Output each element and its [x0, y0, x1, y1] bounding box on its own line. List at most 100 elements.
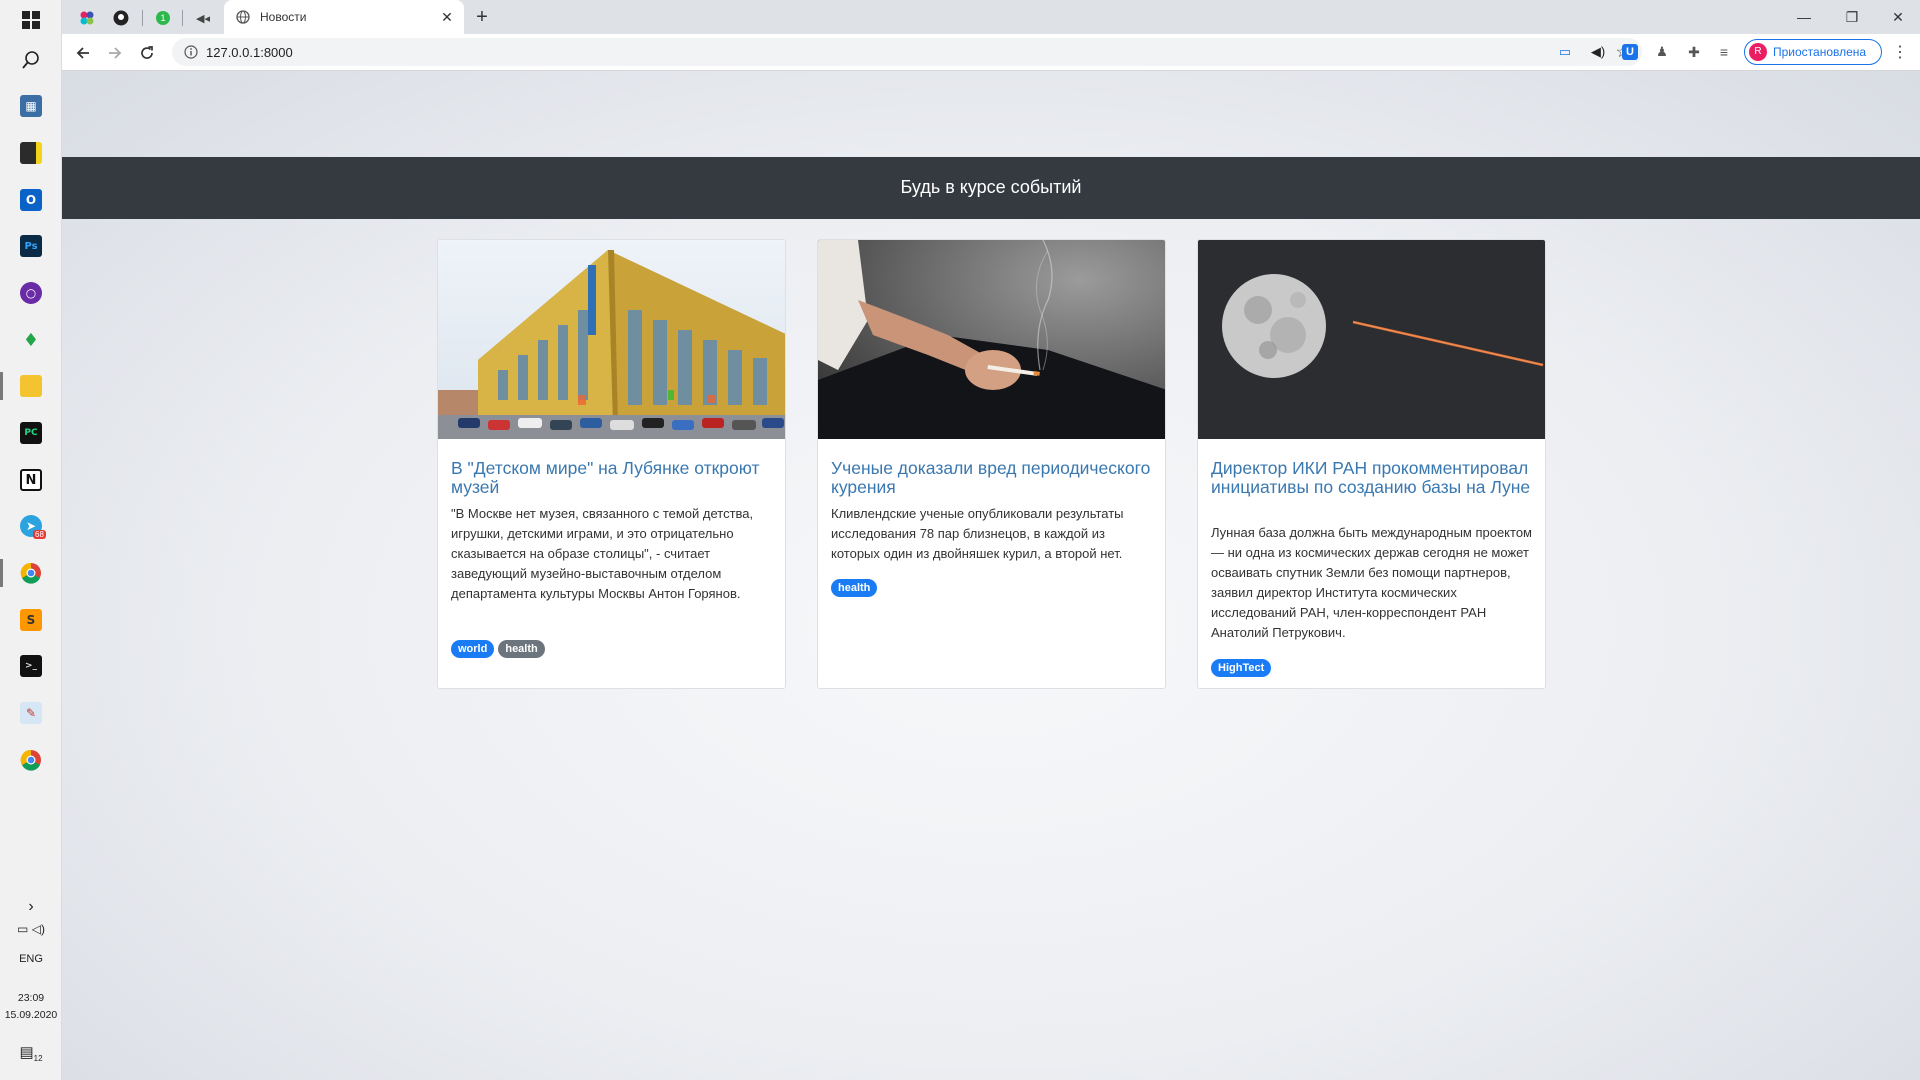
card-image-moon[interactable] — [1198, 240, 1545, 439]
github-icon — [113, 10, 129, 26]
card-title-link[interactable]: В "Детском мире" на Лубянке откроют музе… — [451, 459, 776, 497]
pinned-tab-audio[interactable]: ◀◂ — [190, 6, 216, 30]
leaf-icon: ♦ — [22, 329, 40, 351]
new-tab-button[interactable]: + — [470, 6, 494, 30]
info-icon[interactable] — [184, 45, 198, 59]
header-banner: Будь в курсе событий — [62, 157, 1920, 219]
file-explorer-app[interactable] — [0, 366, 51, 406]
telegram-app[interactable]: ➤ 68 — [11, 506, 51, 546]
profile-avatar: R — [1749, 43, 1767, 61]
telegram-badge: 68 — [33, 530, 46, 539]
news-card: Ученые доказали вред периодического куре… — [817, 239, 1166, 689]
ublock-extension-icon[interactable]: U — [1620, 42, 1640, 62]
chrome-menu-icon[interactable]: ⋮ — [1890, 42, 1910, 62]
tray-status-icons[interactable]: ▭ ◁) — [0, 922, 62, 936]
pinned-tab-green[interactable]: 1 — [150, 6, 176, 30]
windows-logo-icon — [22, 11, 40, 29]
pinned-tab-github[interactable] — [108, 6, 134, 30]
taskbar: ▦ O Ps ○ ♦ PC N ➤ 68 S >_ ✎ › ▭ ◁) ENG 2… — [0, 0, 62, 1080]
card-image-smoking[interactable] — [818, 240, 1165, 439]
card-text: Лунная база должна быть международным пр… — [1211, 525, 1532, 640]
purple-app[interactable]: ○ — [11, 273, 51, 313]
outlook-app[interactable]: O — [11, 180, 51, 220]
notification-count: 12 — [33, 1054, 43, 1063]
clock-date[interactable]: 15.09.2020 — [0, 1009, 62, 1021]
clock-time[interactable]: 23:09 — [0, 992, 62, 1004]
news-card: Директор ИКИ РАН прокомментировал инициа… — [1197, 239, 1546, 689]
reading-extension-icon[interactable]: ▭ — [1555, 42, 1575, 62]
search-icon — [22, 51, 39, 69]
reload-icon — [141, 46, 153, 59]
forward-button[interactable] — [102, 40, 128, 66]
mongodb-app[interactable]: ♦ — [11, 320, 51, 360]
profile-button[interactable]: R Приостановлена — [1744, 39, 1882, 65]
notion-app[interactable]: N — [11, 460, 51, 500]
folder-icon — [20, 375, 42, 397]
audio-extension-icon[interactable]: ◀) — [1588, 42, 1608, 62]
sticky-notes-app[interactable] — [11, 133, 51, 173]
close-window-button[interactable]: ✕ — [1876, 4, 1920, 30]
photoshop-icon: Ps — [20, 235, 42, 257]
search-button[interactable] — [11, 40, 51, 80]
card-text: "В Москве нет музея, связанного с темой … — [451, 506, 754, 601]
tab-separator — [142, 10, 143, 26]
card-title-link[interactable]: Директор ИКИ РАН прокомментировал инициа… — [1211, 459, 1536, 497]
card-title-link[interactable]: Ученые доказали вред периодического куре… — [831, 459, 1156, 497]
calculator-app[interactable]: ▦ — [11, 86, 51, 126]
paint-app[interactable]: ✎ — [11, 693, 51, 733]
card-tags: HighTect — [1211, 659, 1272, 677]
chrome-icon — [20, 562, 41, 584]
windows-start-button[interactable] — [11, 0, 51, 40]
chrome-app[interactable] — [0, 553, 51, 593]
tab-close-icon[interactable]: ✕ — [438, 8, 456, 26]
tab-title: Новости — [260, 10, 307, 24]
news-card: В "Детском мире" на Лубянке откроют музе… — [437, 239, 786, 689]
language-indicator[interactable]: ENG — [0, 953, 62, 965]
tag-badge-health[interactable]: health — [498, 640, 545, 658]
chrome-icon — [20, 749, 41, 771]
terminal-icon: >_ — [20, 655, 42, 677]
card-tags: world health — [451, 640, 545, 658]
colorful-app-icon — [80, 11, 94, 25]
photoshop-app[interactable]: Ps — [11, 226, 51, 266]
action-center-button[interactable]: ▤12 — [0, 1043, 62, 1063]
calculator-icon: ▦ — [20, 95, 42, 117]
sublime-icon: S — [20, 609, 42, 631]
incognito-extension-icon[interactable]: ♟ — [1652, 42, 1672, 62]
extensions-puzzle-icon[interactable]: ✚ — [1684, 42, 1704, 62]
chrome-app-2[interactable] — [11, 740, 51, 780]
back-arrow-icon — [76, 47, 89, 59]
show-hidden-icons-chevron-icon[interactable]: › — [0, 898, 62, 916]
purple-circle-icon: ○ — [20, 282, 42, 304]
sublime-app[interactable]: S — [11, 600, 51, 640]
sticky-notes-icon — [20, 142, 42, 164]
forward-arrow-icon — [109, 47, 122, 59]
notification-icon: ▤ — [19, 1044, 34, 1061]
notion-icon: N — [20, 469, 42, 491]
pinned-tab-app[interactable] — [74, 6, 100, 30]
back-button[interactable] — [70, 40, 96, 66]
page-title: Будь в курсе событий — [900, 177, 1082, 197]
address-bar[interactable]: 127.0.0.1:8000 ☆ — [172, 38, 1642, 66]
profile-status: Приостановлена — [1773, 45, 1867, 59]
minimize-button[interactable]: — — [1782, 4, 1826, 30]
tag-badge-health[interactable]: health — [831, 579, 878, 597]
pycharm-app[interactable]: PC — [11, 413, 51, 453]
mute-icon: ◀◂ — [196, 12, 210, 25]
card-image-building[interactable] — [438, 240, 785, 439]
browser-tab-strip: 1 ◀◂ Новости ✕ + — ❐ ✕ — [62, 0, 1920, 34]
media-queue-icon[interactable]: ≡ — [1714, 42, 1734, 62]
green-status-icon: 1 — [156, 11, 170, 25]
card-tags: health — [831, 579, 878, 597]
tab-separator — [182, 10, 183, 26]
paint-icon: ✎ — [20, 702, 42, 724]
reload-button[interactable] — [134, 40, 160, 66]
browser-toolbar: 127.0.0.1:8000 ☆ ▭ ◀) U ♟ ✚ ≡ R Приостан… — [62, 34, 1920, 71]
card-text: Кливлендские ученые опубликовали результ… — [831, 506, 1124, 561]
tag-badge-world[interactable]: world — [451, 640, 495, 658]
tag-badge-hightect[interactable]: HighTect — [1211, 659, 1272, 677]
restore-button[interactable]: ❐ — [1830, 4, 1874, 30]
active-tab[interactable]: Новости ✕ — [224, 0, 464, 34]
url-text: 127.0.0.1:8000 — [206, 45, 293, 60]
terminal-app[interactable]: >_ — [11, 646, 51, 686]
